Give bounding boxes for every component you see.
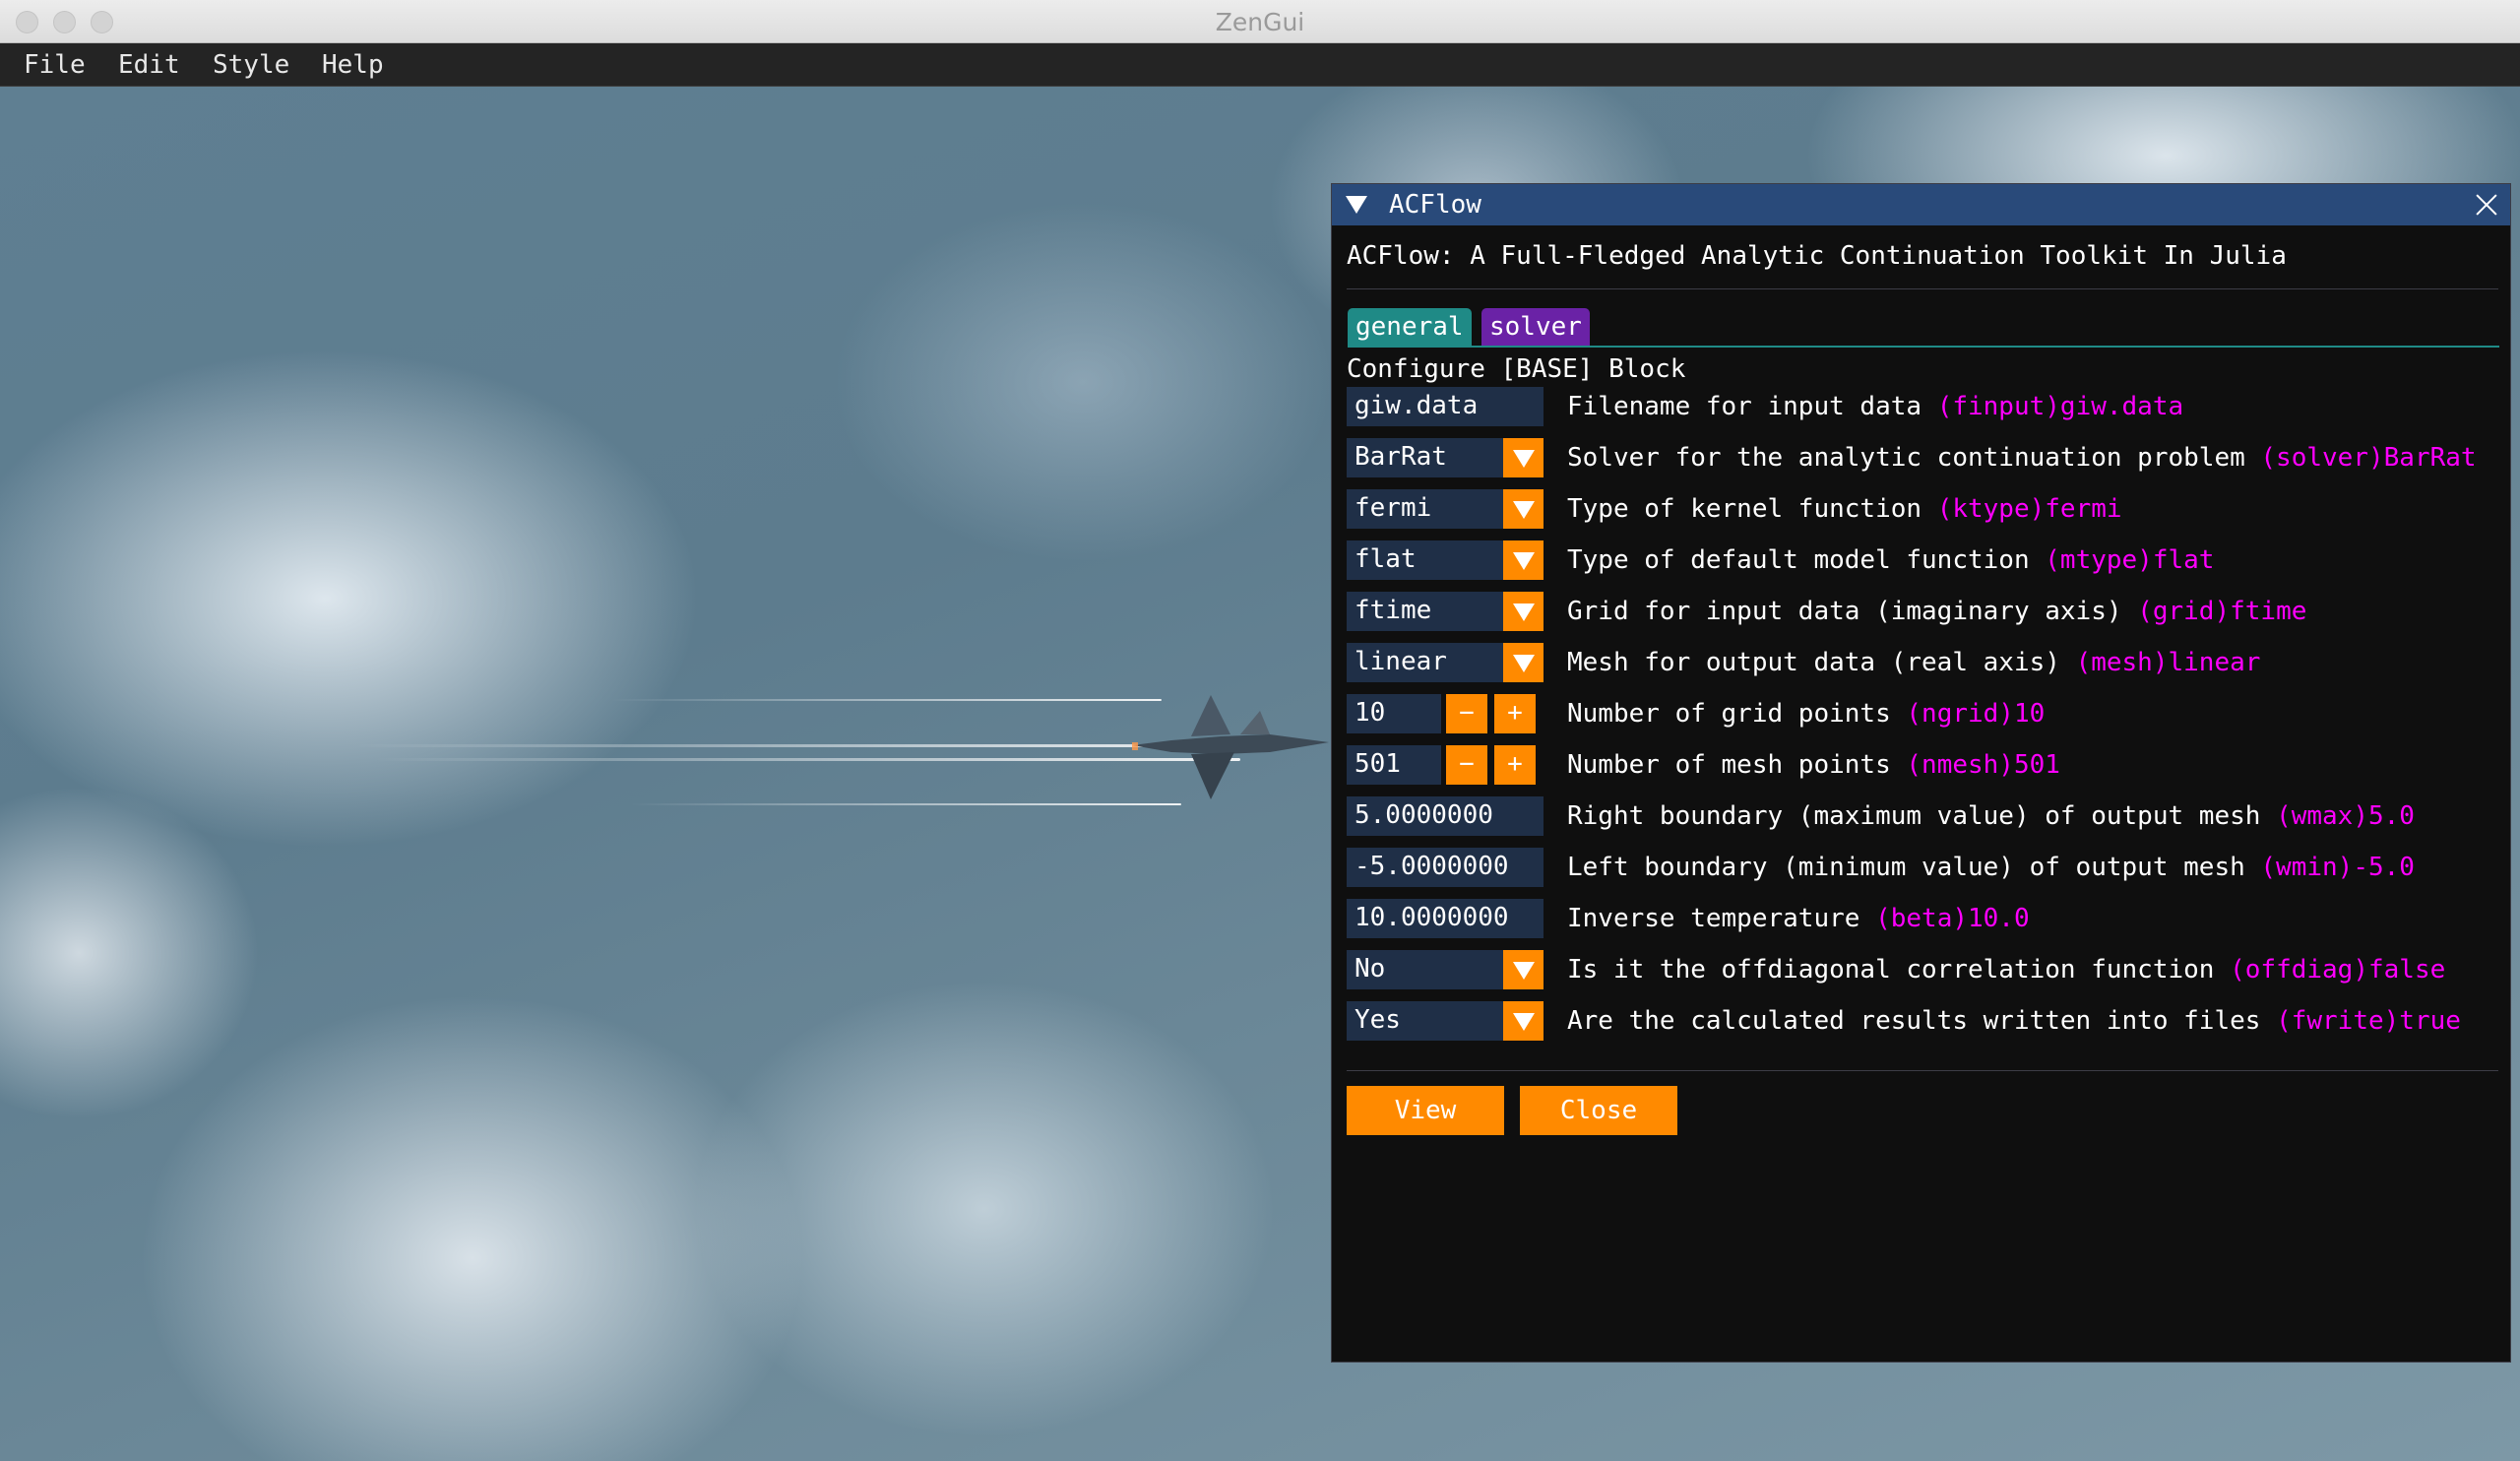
tab-solver[interactable]: solver [1481,308,1590,346]
panel-heading: ACFlow: A Full-Fledged Analytic Continua… [1347,241,2287,271]
contrail [354,744,1240,747]
ktype-value: fermi [1354,493,1432,523]
tab-general[interactable]: general [1348,308,1472,346]
offdiag-combo[interactable]: No [1347,950,1544,989]
offdiag-value: No [1354,954,1386,984]
contrail [610,699,1162,701]
ktype-label: Type of kernel function (ktype)fermi [1567,494,2122,524]
finput-field[interactable]: giw.data [1347,387,1544,426]
dropdown-arrow-icon[interactable] [1503,438,1544,477]
beta-field[interactable]: 10.0000000 [1347,899,1544,938]
solver-value: BarRat [1354,442,1447,472]
wmin-label: Left boundary (minimum value) of output … [1567,853,2415,882]
view-button[interactable]: View [1347,1086,1504,1135]
panel-title: ACFlow [1389,190,1481,220]
ktype-combo[interactable]: fermi [1347,489,1544,529]
wmin-field[interactable]: -5.0000000 [1347,848,1544,887]
menu-file[interactable]: File [24,50,86,80]
jet-icon [1132,695,1329,799]
contrail [374,758,1240,761]
wmax-value: 5.0000000 [1354,800,1493,830]
dropdown-arrow-icon[interactable] [1503,489,1544,529]
contrail [630,803,1181,805]
fwrite-key: (fwrite)true [2276,1006,2461,1036]
mesh-key: (mesh)linear [2075,648,2261,677]
solver-combo[interactable]: BarRat [1347,438,1544,477]
nmesh-plus-button[interactable]: + [1494,745,1536,785]
mtype-label: Type of default model function (mtype)fl… [1567,545,2215,575]
window-title: ZenGui [1215,8,1305,36]
panel-titlebar[interactable]: ACFlow [1332,184,2510,225]
dropdown-arrow-icon[interactable] [1503,592,1544,631]
nmesh-value: 501 [1354,749,1401,779]
offdiag-label: Is it the offdiagonal correlation functi… [1567,955,2446,985]
wmax-field[interactable]: 5.0000000 [1347,796,1544,836]
nmesh-key: (nmesh)501 [1906,750,2060,780]
tab-underline [1348,346,2499,348]
collapse-triangle-icon[interactable] [1346,196,1367,214]
solver-key: (solver)BarRat [2260,443,2477,473]
nmesh-label: Number of mesh points (nmesh)501 [1567,750,2060,780]
menu-style[interactable]: Style [213,50,289,80]
solver-label: Solver for the analytic continuation pro… [1567,443,2477,473]
beta-label: Inverse temperature (beta)10.0 [1567,904,2030,933]
nmesh-input[interactable]: 501 [1347,745,1441,785]
finput-value: giw.data [1354,391,1479,420]
mtype-key: (mtype)flat [2045,545,2215,575]
wmax-label: Right boundary (maximum value) of output… [1567,801,2415,831]
menu-edit[interactable]: Edit [118,50,180,80]
close-button[interactable]: Close [1520,1086,1677,1135]
ngrid-plus-button[interactable]: + [1494,694,1536,733]
separator [1347,1070,2498,1071]
ktype-key: (ktype)fermi [1936,494,2122,524]
nmesh-minus-button[interactable]: − [1446,745,1487,785]
ngrid-minus-button[interactable]: − [1446,694,1487,733]
mtype-value: flat [1354,544,1417,574]
fwrite-combo[interactable]: Yes [1347,1001,1544,1041]
acflow-panel: ACFlow ACFlow: A Full-Fledged Analytic C… [1331,183,2511,1363]
offdiag-key: (offdiag)false [2230,955,2446,985]
window-titlebar: ZenGui [0,0,2520,43]
dropdown-arrow-icon[interactable] [1503,950,1544,989]
beta-value: 10.0000000 [1354,903,1509,932]
fwrite-value: Yes [1354,1005,1401,1035]
ngrid-key: (ngrid)10 [1906,699,2046,729]
dropdown-arrow-icon[interactable] [1503,1001,1544,1041]
beta-key: (beta)10.0 [1875,904,2030,933]
ngrid-input[interactable]: 10 [1347,694,1441,733]
wmin-key: (wmin)-5.0 [2260,853,2415,882]
mesh-combo[interactable]: linear [1347,643,1544,682]
grid-value: ftime [1354,596,1432,625]
menu-help[interactable]: Help [322,50,384,80]
close-icon[interactable] [2475,193,2498,217]
wmin-value: -5.0000000 [1354,852,1509,881]
dropdown-arrow-icon[interactable] [1503,643,1544,682]
mesh-label: Mesh for output data (real axis) (mesh)l… [1567,648,2261,677]
finput-key: (finput)giw.data [1936,392,2184,421]
grid-label: Grid for input data (imaginary axis) (gr… [1567,597,2307,626]
ngrid-value: 10 [1354,698,1386,728]
fwrite-label: Are the calculated results written into … [1567,1006,2461,1036]
separator [1347,288,2498,289]
mtype-combo[interactable]: flat [1347,540,1544,580]
mesh-value: linear [1354,647,1447,676]
ngrid-label: Number of grid points (ngrid)10 [1567,699,2046,729]
finput-label: Filename for input data (finput)giw.data [1567,392,2184,421]
dropdown-arrow-icon[interactable] [1503,540,1544,580]
grid-combo[interactable]: ftime [1347,592,1544,631]
section-title: Configure [BASE] Block [1347,354,1686,384]
wmax-key: (wmax)5.0 [2276,801,2415,831]
grid-key: (grid)ftime [2137,597,2307,626]
menu-bar: File Edit Style Help [0,43,2520,87]
